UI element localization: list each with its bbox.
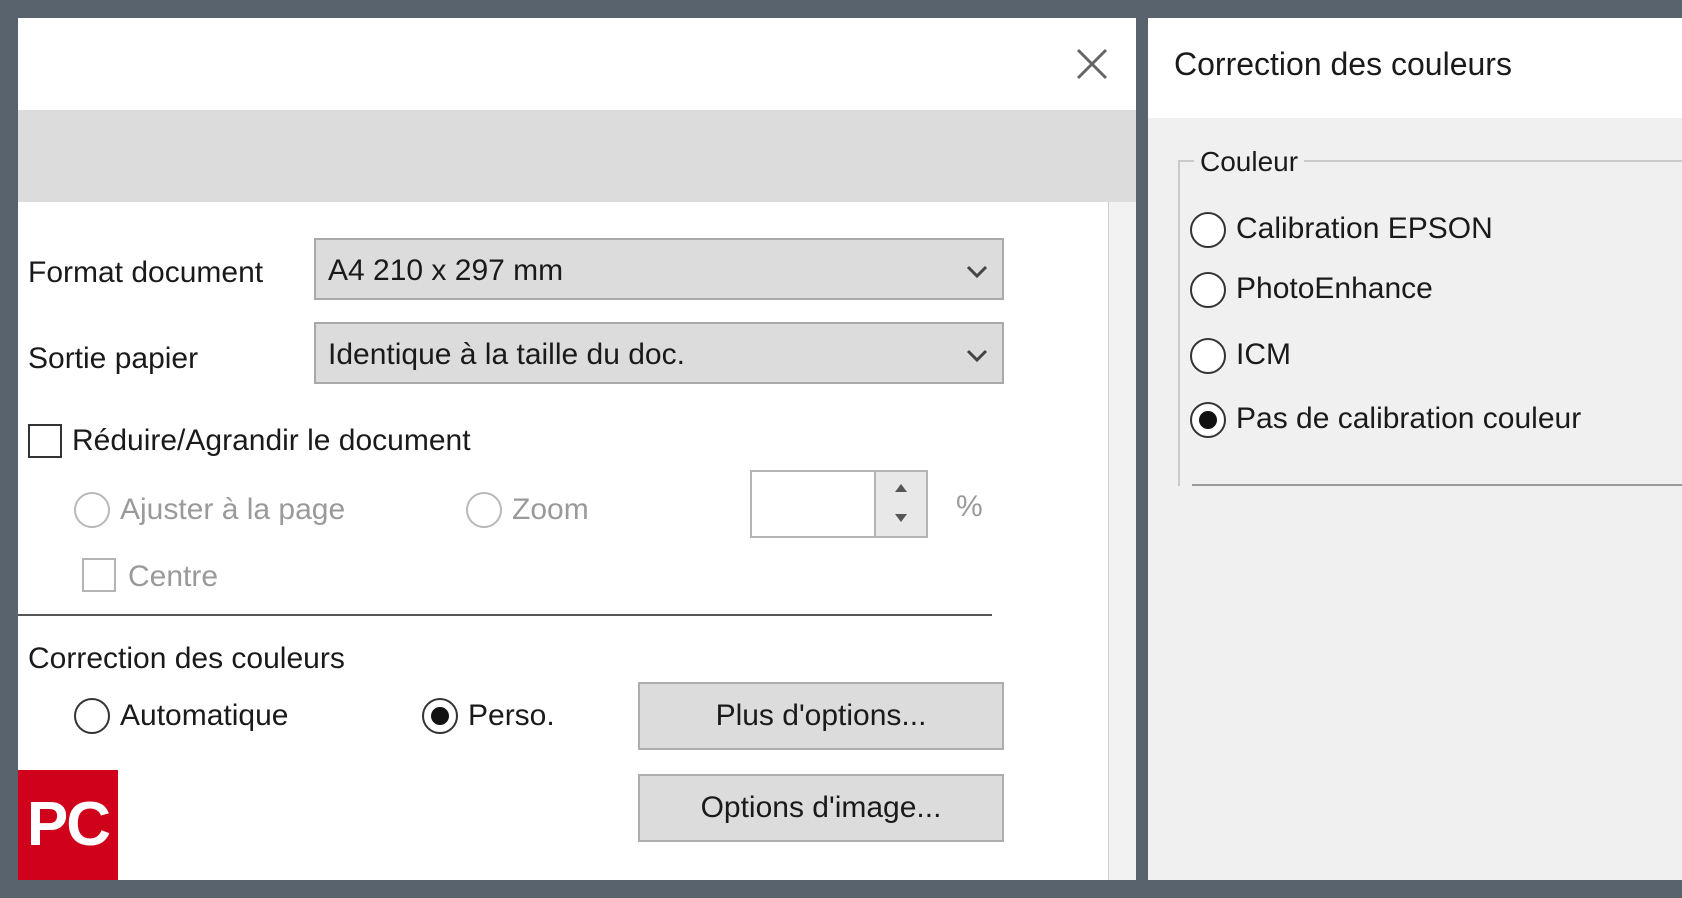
center-checkbox[interactable] [82, 558, 116, 592]
zoom-spinner[interactable] [750, 470, 928, 538]
section-divider [18, 614, 992, 616]
format-select[interactable]: A4 210 x 297 mm [314, 238, 1004, 300]
chevron-down-icon [966, 349, 988, 363]
color-correction-dialog: Correction des couleurs Couleur Calibrat… [1148, 18, 1682, 880]
color-correction-label: Correction des couleurs [28, 642, 345, 675]
reduce-checkbox[interactable] [28, 424, 62, 458]
percent-sign: % [956, 490, 983, 523]
automatic-label: Automatique [120, 699, 289, 732]
more-options-button[interactable]: Plus d'options... [638, 682, 1004, 750]
zoom-label: Zoom [512, 493, 589, 526]
zoom-radio[interactable] [466, 492, 502, 528]
group-left-line [1178, 160, 1180, 486]
dialog-tab-strip [18, 110, 1136, 202]
close-button[interactable] [1070, 42, 1114, 86]
bottom-frame [0, 880, 1682, 898]
fit-page-label: Ajuster à la page [120, 493, 346, 526]
print-settings-dialog: Format document A4 210 x 297 mm Sortie p… [18, 18, 1136, 880]
spin-buttons [874, 472, 926, 536]
icm-label: ICM [1236, 338, 1291, 371]
format-value: A4 210 x 297 mm [328, 254, 564, 287]
pc-logo: PC [18, 770, 118, 880]
reduce-label: Réduire/Agrandir le document [72, 424, 471, 457]
calibration-epson-radio[interactable] [1190, 212, 1226, 248]
close-icon [1076, 48, 1108, 80]
icm-radio[interactable] [1190, 338, 1226, 374]
image-options-button[interactable]: Options d'image... [638, 774, 1004, 842]
photoenhance-radio[interactable] [1190, 272, 1226, 308]
sortie-select[interactable]: Identique à la taille du doc. [314, 322, 1004, 384]
page-setup-section: Format document A4 210 x 297 mm Sortie p… [18, 202, 1109, 880]
spin-down-icon[interactable] [890, 508, 912, 528]
photoenhance-label: PhotoEnhance [1236, 272, 1433, 305]
chevron-down-icon [966, 265, 988, 279]
fit-page-radio[interactable] [74, 492, 110, 528]
no-calibration-radio[interactable] [1190, 402, 1226, 438]
calibration-epson-label: Calibration EPSON [1236, 212, 1493, 245]
sortie-value: Identique à la taille du doc. [328, 338, 685, 371]
perso-radio[interactable] [422, 698, 458, 734]
center-label: Centre [128, 560, 219, 593]
group-bottom-line [1192, 484, 1682, 486]
perso-label: Perso. [468, 699, 555, 732]
no-calibration-label: Pas de calibration couleur [1236, 402, 1582, 435]
dialog-title-bar [18, 18, 1136, 110]
format-label: Format document [28, 256, 264, 289]
color-dialog-title: Correction des couleurs [1174, 46, 1512, 82]
automatic-radio[interactable] [74, 698, 110, 734]
sortie-label: Sortie papier [28, 342, 199, 375]
color-dialog-title-bar: Correction des couleurs [1148, 18, 1682, 118]
couleur-group-label: Couleur [1194, 146, 1305, 178]
spin-up-icon[interactable] [890, 478, 912, 498]
panel-gap [1136, 18, 1148, 880]
